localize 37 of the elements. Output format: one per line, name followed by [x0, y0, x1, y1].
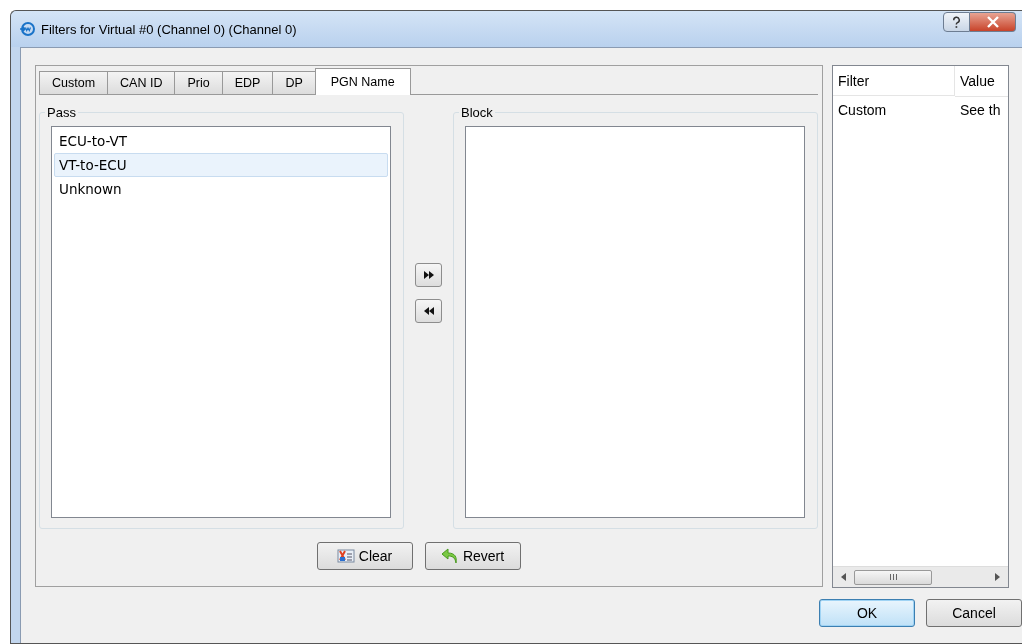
table-cell-text: See th — [959, 101, 1001, 120]
scroll-left-icon[interactable] — [841, 573, 846, 581]
undo-arrow-icon — [440, 547, 459, 565]
tab[interactable]: Prio — [174, 71, 223, 94]
revert-button[interactable]: Revert — [424, 542, 521, 570]
tab[interactable]: CAN ID — [107, 71, 176, 94]
column-header[interactable]: Filter — [833, 66, 955, 96]
help-button[interactable] — [943, 12, 970, 32]
horizontal-scrollbar[interactable] — [833, 566, 1008, 587]
double-arrow-left-icon — [423, 307, 434, 315]
clear-button[interactable]: Clear — [316, 542, 413, 570]
tab[interactable]: DP — [272, 71, 316, 94]
dialog-button[interactable]: OK — [819, 599, 915, 627]
scrollbar-thumb[interactable] — [854, 569, 932, 585]
app-logo-icon — [19, 21, 35, 37]
list-item[interactable]: ECU-to-VT — [54, 129, 388, 153]
help-icon — [951, 15, 962, 29]
double-arrow-right-icon — [423, 271, 434, 279]
pass-list[interactable]: ECU-to-VT VT-to-ECU Unknown — [51, 126, 391, 518]
move-right-button[interactable] — [415, 263, 442, 287]
group-label: Pass — [46, 105, 77, 120]
tab[interactable]: PGN Name — [314, 68, 411, 95]
scroll-right-icon[interactable] — [995, 573, 1000, 581]
dialog-button[interactable]: Cancel — [926, 599, 1022, 627]
grip-icon — [889, 574, 897, 580]
tab[interactable]: Custom — [39, 71, 109, 94]
column-header[interactable]: Value — [955, 66, 1008, 97]
table-cell-text: Custom — [837, 101, 888, 120]
list-item[interactable]: Unknown — [54, 177, 388, 201]
window-title: Filters for Virtual #0 (Channel 0) (Channel 0) — [41, 21, 297, 37]
close-icon — [985, 16, 1000, 28]
list-item[interactable]: VT-to-ECU — [54, 153, 388, 177]
close-button[interactable] — [970, 12, 1016, 32]
move-left-button[interactable] — [415, 299, 442, 323]
tab[interactable]: EDP — [221, 71, 274, 94]
group-label: Block — [460, 105, 494, 120]
clear-list-icon — [336, 548, 355, 564]
